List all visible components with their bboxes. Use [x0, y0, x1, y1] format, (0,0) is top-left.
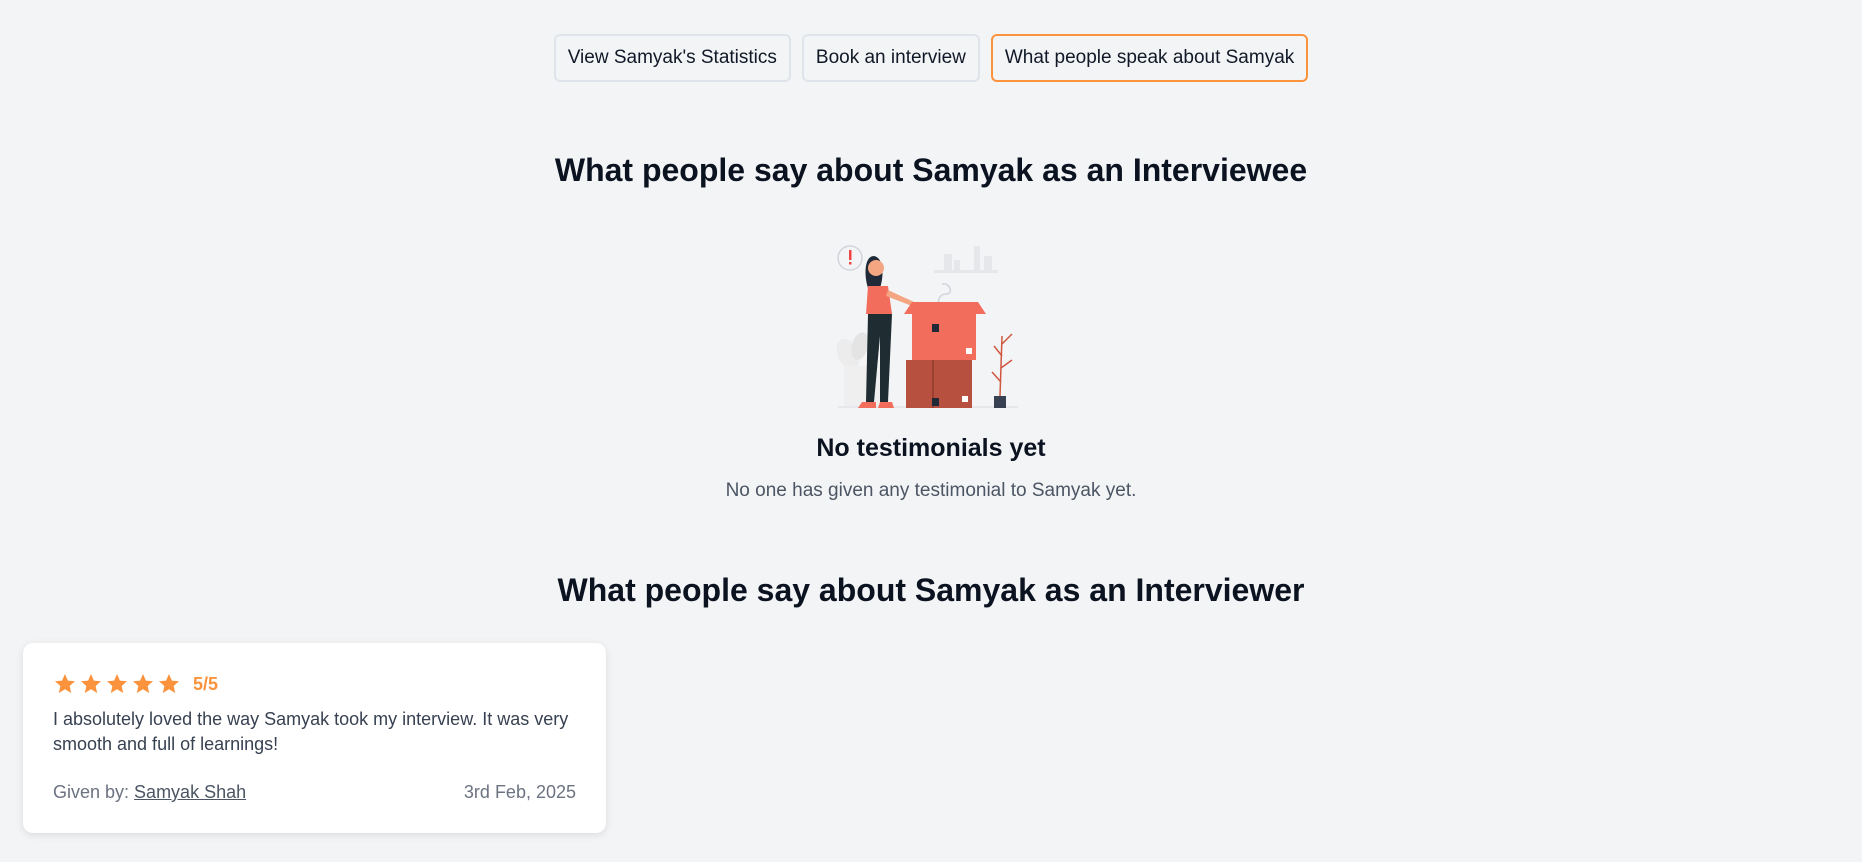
star-icon	[55, 674, 75, 693]
woman-with-empty-boxes-illustration	[836, 245, 1018, 408]
profile-tabs: View Samyak's Statistics Book an intervi…	[0, 34, 1862, 82]
star-icon	[133, 674, 153, 693]
star-icon	[81, 674, 101, 693]
given-by-label: Given by:	[53, 782, 135, 802]
tab-book-interview[interactable]: Book an interview	[801, 34, 980, 82]
star-icon	[107, 674, 127, 693]
given-by: Given by: Samyak Shah	[53, 782, 246, 803]
empty-state-title: No testimonials yet	[816, 434, 1046, 462]
tab-testimonials[interactable]: What people speak about Samyak	[990, 34, 1309, 82]
empty-state-description: No one has given any testimonial to Samy…	[725, 480, 1137, 501]
testimonials-page: View Samyak's Statistics Book an intervi…	[0, 0, 1862, 862]
testimonial-card: 5/5 I absolutely loved the way Samyak to…	[23, 643, 606, 833]
testimonial-footer: Given by: Samyak Shah 3rd Feb, 2025	[53, 782, 576, 803]
tab-view-statistics[interactable]: View Samyak's Statistics	[553, 34, 791, 82]
star-icon	[159, 674, 179, 693]
testimonial-date: 3rd Feb, 2025	[463, 782, 576, 802]
interviewee-section-title: What people say about Samyak as an Inter…	[554, 152, 1308, 188]
testimonial-text: I absolutely loved the way Samyak took m…	[53, 709, 569, 754]
star-rating: 5/5	[53, 669, 576, 699]
interviewer-section-title: What people say about Samyak as an Inter…	[557, 572, 1305, 608]
given-by-link[interactable]: Samyak Shah	[134, 782, 246, 802]
rating-score: 5/5	[193, 673, 219, 694]
